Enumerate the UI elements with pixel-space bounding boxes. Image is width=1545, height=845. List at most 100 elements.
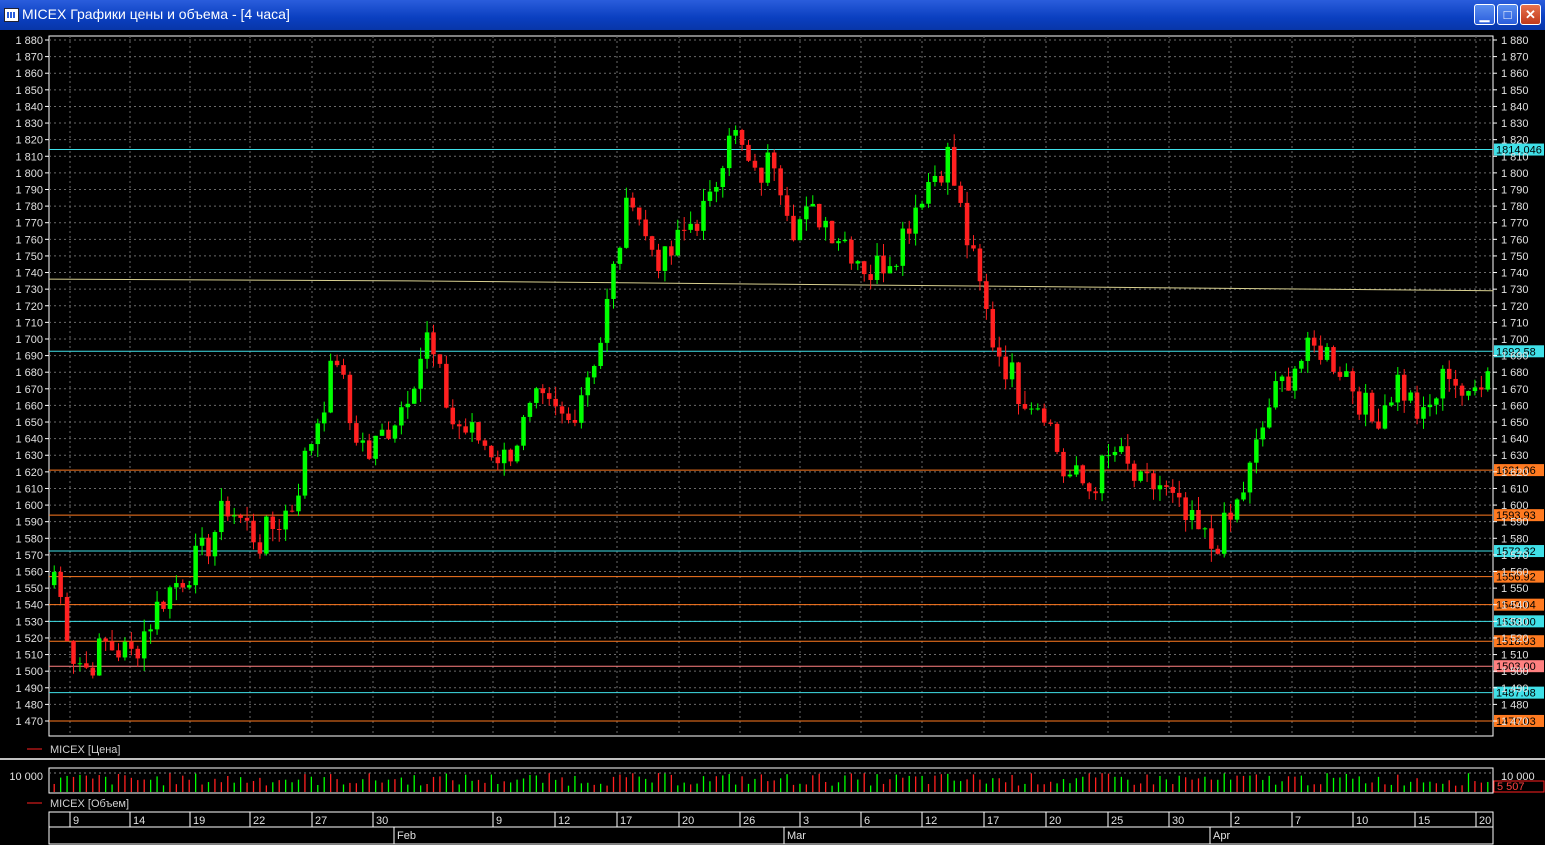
- price-volume-chart[interactable]: 1814.0461692.581621.061593.931572.321556…: [0, 30, 1545, 845]
- candle-body: [784, 195, 790, 216]
- candle-body: [64, 596, 70, 641]
- candle-body: [219, 500, 224, 533]
- candle-body: [96, 638, 102, 676]
- y-tick-label-left: 1 700: [15, 334, 43, 346]
- candle-body: [1022, 404, 1028, 409]
- month-label: Feb: [397, 830, 416, 842]
- candle-body: [887, 266, 893, 274]
- volume-panel: 10 000 10 0005 507: [0, 758, 1545, 794]
- candle-body: [289, 510, 295, 512]
- date-label: 10: [1356, 815, 1368, 827]
- candle-body: [1086, 483, 1092, 492]
- candle-body: [977, 248, 983, 282]
- volume-left-label: 10 000: [9, 771, 43, 783]
- app-icon: [4, 8, 19, 22]
- y-tick-label-left: 1 780: [15, 201, 43, 213]
- y-tick-label-right: 1 510: [1501, 650, 1529, 662]
- candle-body: [1254, 439, 1259, 463]
- candle-body: [84, 663, 89, 668]
- y-tick-label-right: 1 740: [1501, 268, 1529, 280]
- candle-body: [675, 229, 681, 256]
- candle-body: [1112, 451, 1118, 456]
- y-tick-label-left: 1 620: [15, 467, 43, 479]
- candle-body: [1003, 356, 1008, 380]
- candle-body: [411, 388, 417, 404]
- candle-body: [759, 167, 764, 183]
- candle-body: [611, 263, 616, 299]
- candle-body: [334, 360, 340, 366]
- candle-body: [296, 495, 301, 512]
- candle-body: [1472, 387, 1478, 392]
- candle-body: [71, 640, 76, 664]
- y-tick-label-right: 1 770: [1501, 218, 1529, 230]
- candle-body: [810, 203, 816, 207]
- y-tick-label-left: 1 800: [15, 168, 43, 180]
- minimize-button[interactable]: ▁: [1474, 4, 1495, 25]
- candle-body: [1151, 473, 1156, 490]
- candle-body: [1189, 510, 1195, 521]
- candle-body: [932, 175, 938, 182]
- candle-body: [418, 358, 423, 389]
- candle-body: [1286, 376, 1291, 391]
- date-label: 9: [496, 815, 502, 827]
- candle-body: [476, 422, 481, 441]
- candle-body: [1009, 362, 1015, 380]
- y-tick-label-right: 1 700: [1501, 334, 1529, 346]
- y-tick-label-left: 1 850: [15, 85, 43, 97]
- date-axis: 9 14 19 22 27 30 9 12 17 20 26 3 6 12 17 20 25 30 2 7 10 15 20…: [48, 811, 1494, 845]
- candle-body: [604, 298, 610, 343]
- candle-body: [1157, 485, 1163, 490]
- window-titlebar[interactable]: MICEX Графики цены и объема - [4 часа] ▁…: [0, 0, 1545, 30]
- y-tick-label-right: 1 720: [1501, 301, 1529, 313]
- y-tick-label-left: 1 840: [15, 101, 43, 113]
- candle-body: [109, 641, 115, 651]
- y-tick-label-right: 1 730: [1501, 284, 1529, 296]
- candle-body: [1247, 462, 1253, 493]
- date-label: 20: [682, 815, 694, 827]
- candle-body: [328, 360, 333, 413]
- candle-body: [257, 542, 263, 554]
- candle-body: [1074, 465, 1079, 475]
- close-button[interactable]: ✕: [1520, 4, 1541, 25]
- y-tick-label-right: 1 640: [1501, 434, 1529, 446]
- candle-body: [1093, 491, 1098, 494]
- candle-body: [1318, 345, 1323, 360]
- candle-body: [1466, 391, 1471, 396]
- y-tick-label-right: 1 810: [1501, 151, 1529, 163]
- candle-body: [482, 440, 488, 446]
- candle-body: [951, 146, 957, 186]
- candle-body: [990, 308, 996, 348]
- candle-body: [1131, 463, 1137, 481]
- candle-body: [746, 144, 751, 161]
- maximize-button[interactable]: □: [1497, 4, 1518, 25]
- candle-body: [617, 247, 623, 264]
- candle-body: [733, 130, 738, 136]
- y-tick-label-left: 1 520: [15, 633, 43, 645]
- candle-body: [444, 363, 449, 408]
- candle-body: [669, 246, 674, 256]
- date-label: 26: [743, 815, 755, 827]
- candle-body: [849, 239, 854, 264]
- y-tick-label-left: 1 510: [15, 650, 43, 662]
- y-tick-label-left: 1 480: [15, 699, 43, 711]
- candle-body: [778, 168, 783, 196]
- close-icon: ✕: [1525, 7, 1536, 22]
- candle-body: [1183, 497, 1188, 521]
- candle-body: [103, 638, 108, 642]
- candle-body: [926, 181, 931, 204]
- date-label: 30: [1172, 815, 1184, 827]
- candle-body: [958, 185, 963, 203]
- y-tick-label-right: 1 840: [1501, 101, 1529, 113]
- candle-body: [405, 403, 411, 408]
- candle-body: [842, 239, 848, 242]
- candle-body: [206, 537, 211, 557]
- y-tick-label-left: 1 500: [15, 666, 43, 678]
- candle-body: [469, 422, 475, 433]
- candle-body: [238, 515, 243, 518]
- y-tick-label-left: 1 760: [15, 234, 43, 246]
- candle-body: [1401, 374, 1407, 401]
- candle-body: [315, 423, 321, 445]
- month-label: Mar: [787, 830, 806, 842]
- candle-body: [251, 520, 256, 543]
- candle-body: [1202, 528, 1208, 530]
